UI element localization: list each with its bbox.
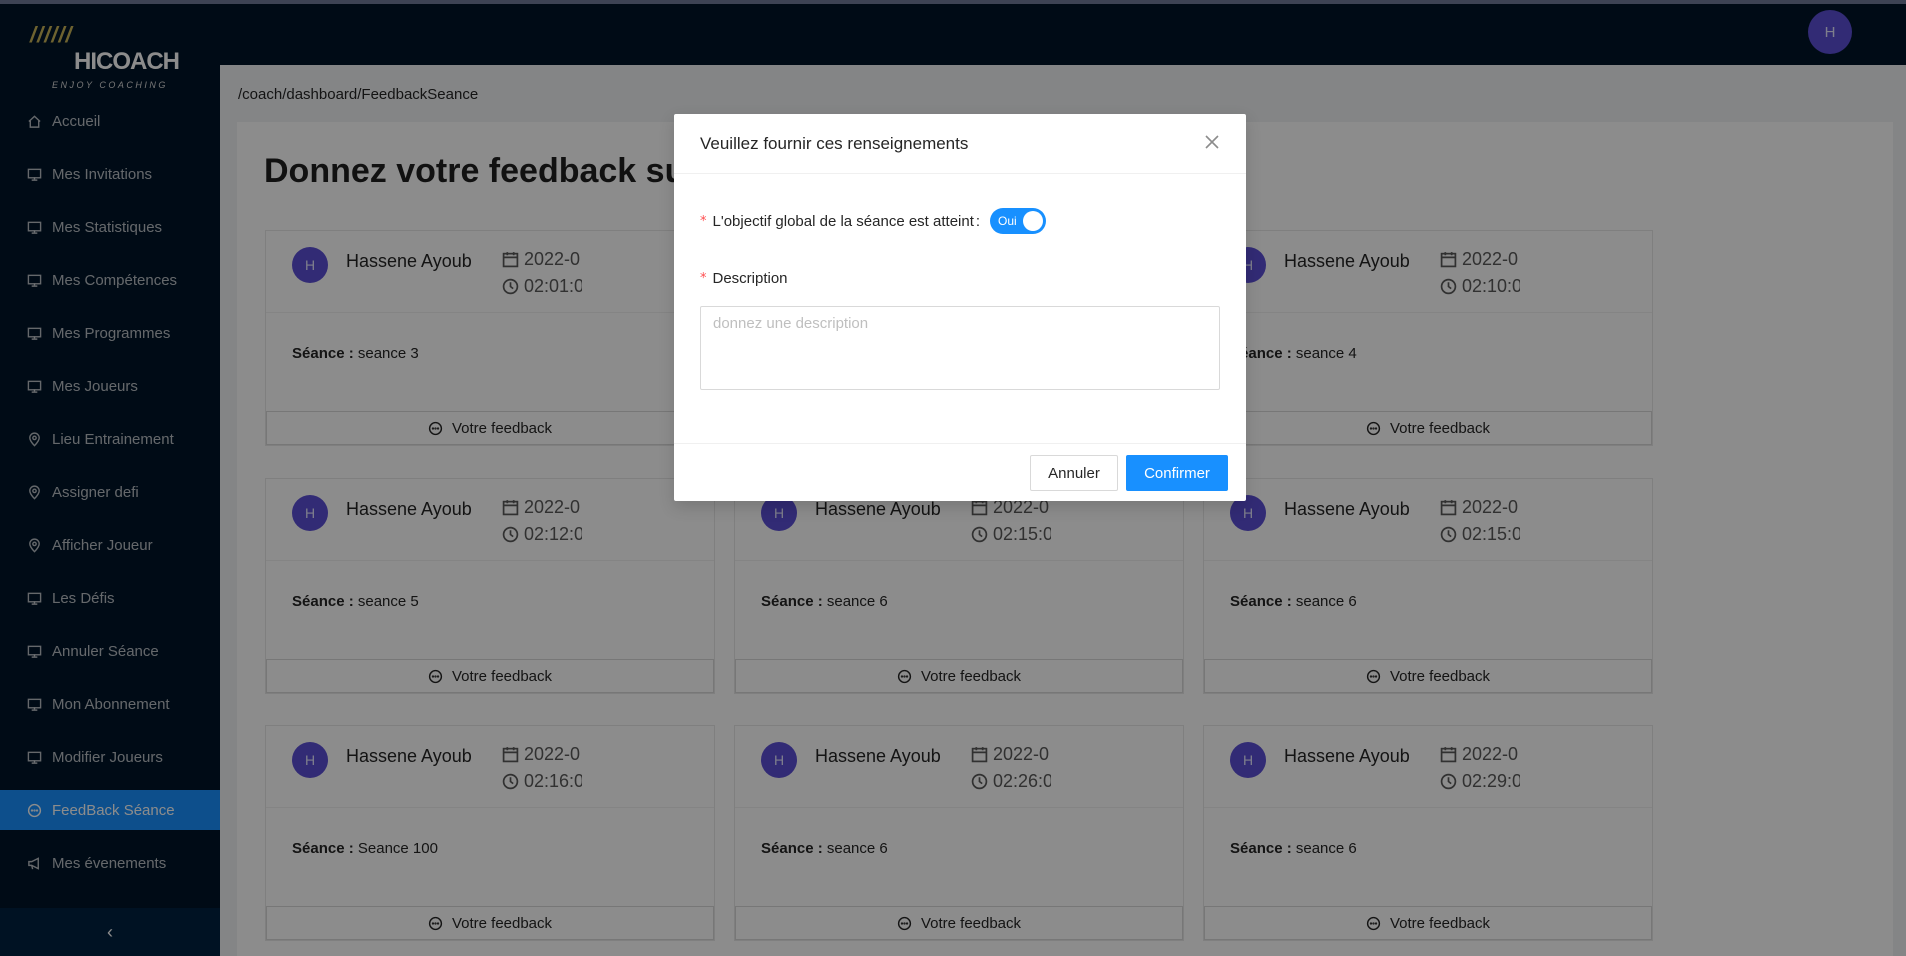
toggle-knob [1023,211,1044,231]
modal-header: Veuillez fournir ces renseignements [674,114,1246,174]
confirm-button[interactable]: Confirmer [1126,455,1228,491]
required-marker: * [700,271,707,286]
feedback-modal: Veuillez fournir ces renseignements * L'… [674,114,1246,501]
objective-label-colon: : [975,212,981,230]
required-marker: * [700,213,707,229]
objective-label: L'objectif global de la séance est attei… [712,212,974,230]
cancel-button[interactable]: Annuler [1030,455,1118,491]
close-icon [1205,135,1219,149]
window-top-border [0,0,1906,4]
toggle-label: Oui [998,214,1017,228]
objective-toggle-switch[interactable]: Oui [990,208,1047,234]
modal-close-button[interactable] [1200,130,1224,154]
modal-title: Veuillez fournir ces renseignements [700,134,969,153]
description-textarea[interactable] [700,306,1220,390]
modal-footer: Annuler Confirmer [674,443,1246,501]
description-field-label-row: * Description [700,270,788,287]
objective-field: * L'objectif global de la séance est att… [700,208,1047,234]
description-label: Description [712,270,788,287]
